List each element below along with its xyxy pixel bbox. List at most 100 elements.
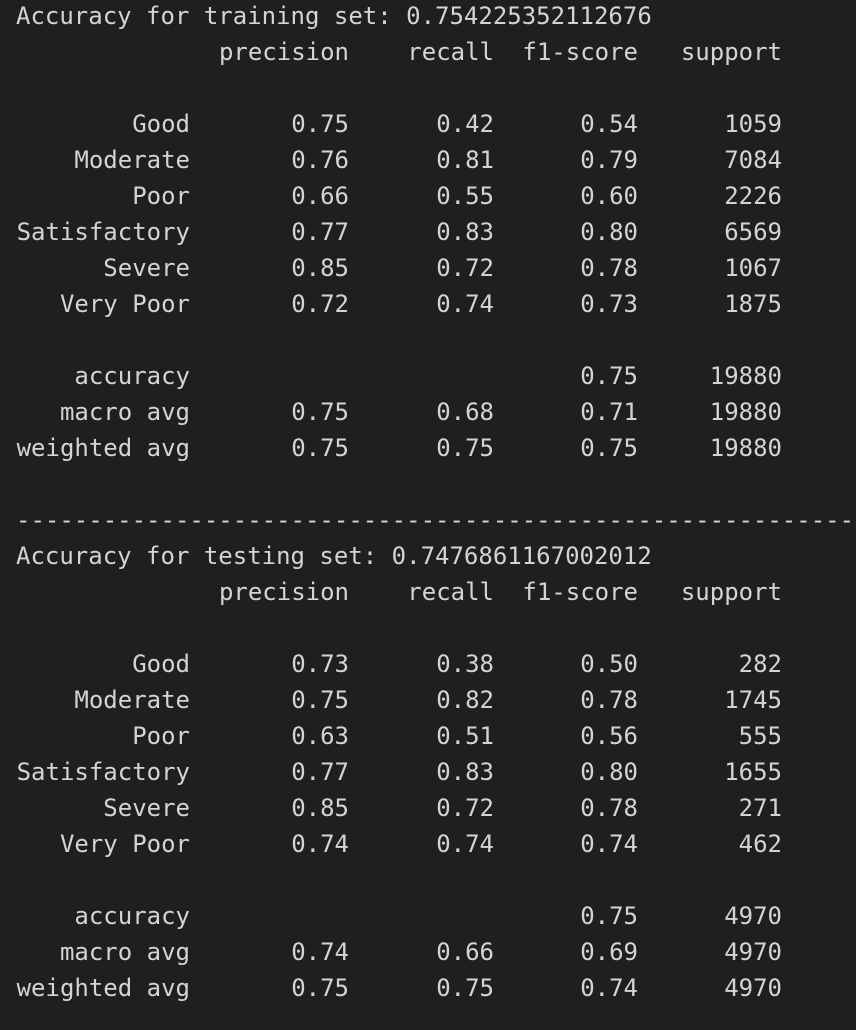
training-class-row: Poor 0.66 0.55 0.60 2226 [0, 178, 856, 214]
precision-value: 0.76 [291, 146, 349, 174]
recall-value: 0.38 [436, 650, 494, 678]
recall-value: 0.55 [436, 182, 494, 210]
row-label: Good [132, 650, 190, 678]
f1-value: 0.54 [580, 110, 638, 138]
support-value: 1745 [724, 686, 782, 714]
row-label: Severe [103, 794, 190, 822]
row-label: Moderate [74, 686, 190, 714]
support-value: 555 [738, 722, 782, 750]
precision-value: 0.85 [291, 254, 349, 282]
recall-value: 0.75 [436, 434, 494, 462]
support-value: 6569 [724, 218, 782, 246]
f1-value: 0.74 [580, 974, 638, 1002]
precision-value: 0.75 [291, 398, 349, 426]
training-header-row: precision recall f1-score support [0, 34, 856, 70]
precision-value: 0.72 [291, 290, 349, 318]
training-class-row: Very Poor 0.72 0.74 0.73 1875 [0, 286, 856, 322]
recall-value: 0.82 [436, 686, 494, 714]
training-summary-row: macro avg 0.75 0.68 0.71 19880 [0, 394, 856, 430]
recall-value: 0.51 [436, 722, 494, 750]
testing-class-row: Severe 0.85 0.72 0.78 271 [0, 790, 856, 826]
testing-class-row: Good 0.73 0.38 0.50 282 [0, 646, 856, 682]
recall-value: 0.74 [436, 830, 494, 858]
f1-value: 0.50 [580, 650, 638, 678]
support-value: 4970 [724, 902, 782, 930]
row-label: Moderate [74, 146, 190, 174]
support-value: 19880 [709, 434, 782, 462]
row-label: weighted avg [16, 974, 190, 1002]
precision-value: 0.74 [291, 938, 349, 966]
training-class-row: Good 0.75 0.42 0.54 1059 [0, 106, 856, 142]
row-label: Very Poor [59, 290, 190, 318]
f1-value: 0.78 [580, 794, 638, 822]
support-value: 271 [738, 794, 782, 822]
recall-value: 0.72 [436, 254, 494, 282]
support-value: 7084 [724, 146, 782, 174]
support-value: 2226 [724, 182, 782, 210]
f1-value: 0.60 [580, 182, 638, 210]
support-value: 1875 [724, 290, 782, 318]
row-label: Poor [132, 182, 190, 210]
support-value: 1067 [724, 254, 782, 282]
precision-value: 0.74 [291, 830, 349, 858]
training-summary-row: accuracy 0.75 19880 [0, 358, 856, 394]
f1-value: 0.69 [580, 938, 638, 966]
precision-value: 0.75 [291, 434, 349, 462]
testing-class-row: Satisfactory 0.77 0.83 0.80 1655 [0, 754, 856, 790]
recall-value: 0.81 [436, 146, 494, 174]
precision-value: 0.75 [291, 686, 349, 714]
training-header-support: support [680, 38, 782, 66]
row-label: Very Poor [59, 830, 190, 858]
row-label: macro avg [59, 938, 190, 966]
row-label: Satisfactory [16, 218, 190, 246]
training-header-recall: recall [407, 38, 494, 66]
testing-accuracy-line: Accuracy for testing set: 0.747686116700… [16, 542, 652, 570]
recall-value: 0.74 [436, 290, 494, 318]
f1-value: 0.79 [580, 146, 638, 174]
row-label: Poor [132, 722, 190, 750]
row-label: Good [132, 110, 190, 138]
testing-header-precision: precision [218, 578, 349, 606]
precision-value: 0.63 [291, 722, 349, 750]
f1-value: 0.75 [580, 902, 638, 930]
recall-value: 0.68 [436, 398, 494, 426]
precision-value: 0.77 [291, 218, 349, 246]
training-header-precision: precision [218, 38, 349, 66]
support-value: 4970 [724, 974, 782, 1002]
f1-value: 0.74 [580, 830, 638, 858]
row-label: Satisfactory [16, 758, 190, 786]
support-value: 19880 [709, 398, 782, 426]
f1-value: 0.75 [580, 434, 638, 462]
precision-value: 0.75 [291, 110, 349, 138]
testing-header-support: support [680, 578, 782, 606]
precision-value: 0.85 [291, 794, 349, 822]
training-summary-row: weighted avg 0.75 0.75 0.75 19880 [0, 430, 856, 466]
f1-value: 0.78 [580, 686, 638, 714]
row-label: weighted avg [16, 434, 190, 462]
training-class-row: Satisfactory 0.77 0.83 0.80 6569 [0, 214, 856, 250]
testing-summary-row: macro avg 0.74 0.66 0.69 4970 [0, 934, 856, 970]
testing-summary-row: weighted avg 0.75 0.75 0.74 4970 [0, 970, 856, 1006]
f1-value: 0.73 [580, 290, 638, 318]
testing-header-recall: recall [407, 578, 494, 606]
testing-class-row: Poor 0.63 0.51 0.56 555 [0, 718, 856, 754]
f1-value: 0.71 [580, 398, 638, 426]
support-value: 1059 [724, 110, 782, 138]
support-value: 282 [738, 650, 782, 678]
precision-value: 0.75 [291, 974, 349, 1002]
testing-class-row: Very Poor 0.74 0.74 0.74 462 [0, 826, 856, 862]
testing-class-row: Moderate 0.75 0.82 0.78 1745 [0, 682, 856, 718]
f1-value: 0.80 [580, 758, 638, 786]
row-label: accuracy [74, 902, 190, 930]
recall-value: 0.75 [436, 974, 494, 1002]
recall-value: 0.66 [436, 938, 494, 966]
row-label: macro avg [59, 398, 190, 426]
recall-value: 0.42 [436, 110, 494, 138]
training-class-row: Severe 0.85 0.72 0.78 1067 [0, 250, 856, 286]
precision-value: 0.73 [291, 650, 349, 678]
testing-header-row: precision recall f1-score support [0, 574, 856, 610]
terminal-output: Accuracy for training set: 0.75422535211… [0, 0, 856, 1030]
row-label: accuracy [74, 362, 190, 390]
training-accuracy-line: Accuracy for training set: 0.75422535211… [16, 2, 652, 30]
training-class-row: Moderate 0.76 0.81 0.79 7084 [0, 142, 856, 178]
